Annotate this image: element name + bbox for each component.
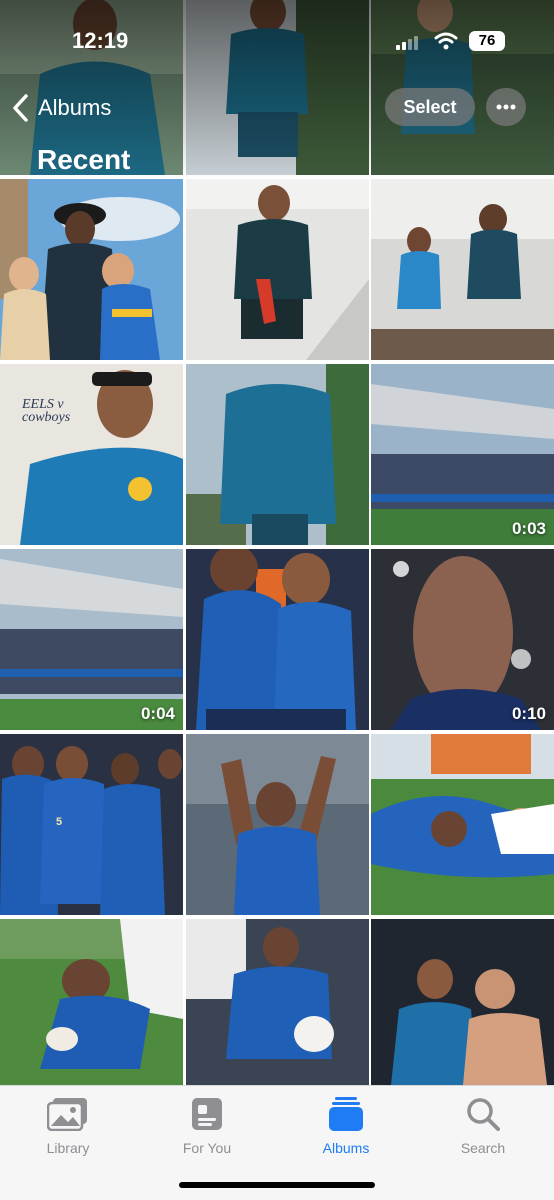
photo-thumbnail[interactable]: EELS v cowboys <box>0 364 183 545</box>
battery-indicator: 76 <box>469 31 505 51</box>
video-duration: 0:10 <box>511 704 546 723</box>
ellipsis-icon <box>496 104 516 110</box>
video-thumbnail[interactable]: 0:10 <box>371 549 554 730</box>
back-button-label: Albums <box>38 95 112 120</box>
tab-albums[interactable]: Albums <box>291 1094 401 1164</box>
video-thumbnail[interactable]: 0:03 <box>371 364 554 545</box>
video-thumbnail[interactable]: 0:04 <box>0 549 183 730</box>
tab-search-label: Search <box>460 1140 506 1156</box>
photo-library-icon <box>46 1094 90 1134</box>
tab-albums-label: Albums <box>322 1140 370 1156</box>
home-indicator <box>179 1182 375 1188</box>
photo-thumbnail[interactable]: 5 <box>0 734 183 915</box>
photo-thumbnail[interactable] <box>0 919 183 1085</box>
tab-library-label: Library <box>46 1140 90 1156</box>
photo-thumbnail[interactable] <box>371 919 554 1085</box>
back-button[interactable]: Albums <box>10 90 111 126</box>
wifi-icon <box>434 32 458 50</box>
eels-cowboys-caption: EELS v cowboys <box>22 398 71 425</box>
jersey-number: 5 <box>56 816 63 828</box>
photo-thumbnail[interactable] <box>185 919 369 1085</box>
tab-library[interactable]: Library <box>13 1094 123 1164</box>
photo-thumbnail[interactable] <box>185 364 369 545</box>
page-title: Recent <box>37 144 131 175</box>
photo-thumbnail[interactable] <box>371 734 554 915</box>
photo-thumbnail[interactable] <box>185 549 369 730</box>
cellular-signal-icon <box>396 36 418 50</box>
photo-thumbnail[interactable] <box>185 734 369 915</box>
video-duration: 0:03 <box>511 519 546 538</box>
tab-for-you[interactable]: For You <box>152 1094 262 1164</box>
tab-bar: Library For You Albums Search <box>0 1085 554 1200</box>
select-button[interactable]: Select <box>385 88 475 126</box>
video-duration: 0:04 <box>140 704 175 723</box>
tab-search[interactable]: Search <box>428 1094 538 1164</box>
photo-thumbnail[interactable] <box>0 179 183 360</box>
tab-for-you-label: For You <box>182 1140 232 1156</box>
albums-icon <box>324 1094 368 1134</box>
more-options-button[interactable] <box>486 88 526 126</box>
for-you-icon <box>185 1094 229 1134</box>
photo-thumbnail[interactable] <box>185 179 369 360</box>
caption-line: cowboys <box>22 410 71 425</box>
chevron-left-icon <box>13 94 28 122</box>
photo-thumbnail[interactable] <box>371 179 554 360</box>
status-time: 12:19 <box>72 28 129 53</box>
search-icon <box>461 1094 505 1134</box>
